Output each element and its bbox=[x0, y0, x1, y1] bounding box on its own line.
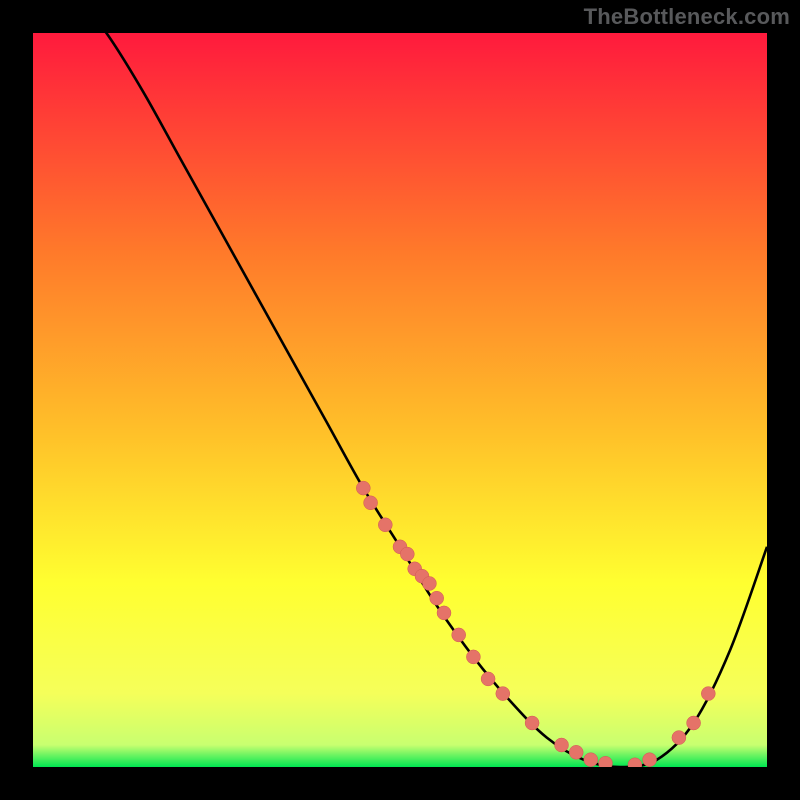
chart-container: TheBottleneck.com bbox=[0, 0, 800, 800]
data-marker bbox=[364, 496, 378, 510]
data-marker bbox=[422, 577, 436, 591]
data-marker bbox=[400, 547, 414, 561]
chart-svg bbox=[33, 33, 767, 767]
data-marker bbox=[525, 716, 539, 730]
gradient-background bbox=[33, 33, 767, 767]
data-marker bbox=[555, 738, 569, 752]
watermark-text: TheBottleneck.com bbox=[584, 4, 790, 30]
data-marker bbox=[481, 672, 495, 686]
data-marker bbox=[430, 591, 444, 605]
data-marker bbox=[687, 716, 701, 730]
data-marker bbox=[584, 753, 598, 767]
data-marker bbox=[466, 650, 480, 664]
data-marker bbox=[672, 731, 686, 745]
data-marker bbox=[378, 518, 392, 532]
data-marker bbox=[496, 687, 510, 701]
plot-area bbox=[33, 33, 767, 767]
data-marker bbox=[356, 481, 370, 495]
data-marker bbox=[437, 606, 451, 620]
data-marker bbox=[569, 745, 583, 759]
data-marker bbox=[643, 753, 657, 767]
data-marker bbox=[452, 628, 466, 642]
data-marker bbox=[701, 687, 715, 701]
